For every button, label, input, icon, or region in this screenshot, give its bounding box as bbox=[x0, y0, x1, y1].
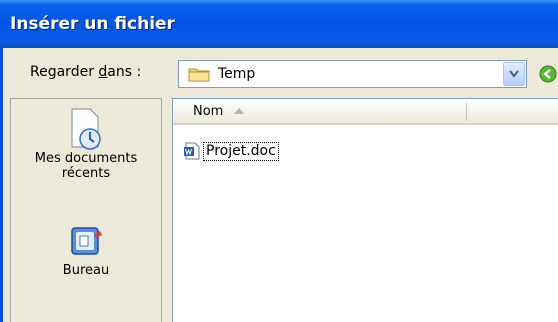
file-item[interactable]: Projet.doc bbox=[183, 141, 279, 161]
look-in-label-suffix: ans : bbox=[107, 64, 142, 80]
file-name: Projet.doc bbox=[203, 141, 279, 161]
place-label: Bureau bbox=[62, 263, 110, 278]
sort-ascending-icon bbox=[234, 108, 245, 114]
dropdown-button[interactable] bbox=[503, 62, 525, 86]
file-list[interactable]: Nom Projet.doc bbox=[172, 98, 558, 322]
back-arrow-icon bbox=[539, 65, 557, 83]
word-document-icon bbox=[184, 142, 200, 160]
column-header-name[interactable]: Nom bbox=[173, 99, 467, 125]
look-in-label-accel: d bbox=[98, 64, 108, 80]
look-in-label: Regarder dans : bbox=[30, 64, 141, 80]
look-in-value: Temp bbox=[218, 66, 256, 82]
recent-documents-icon bbox=[71, 108, 101, 150]
column-name-label: Nom bbox=[193, 103, 224, 119]
look-in-dropdown[interactable]: Temp bbox=[178, 60, 527, 88]
desktop-icon bbox=[71, 227, 102, 255]
look-in-label-prefix: Regarder bbox=[30, 64, 99, 80]
places-bar: Mes documents récents Bureau bbox=[10, 98, 162, 322]
title-bar[interactable]: Insérer un fichier bbox=[0, 0, 558, 48]
place-desktop[interactable]: Bureau bbox=[11, 225, 161, 278]
place-label: Mes documents bbox=[34, 151, 138, 166]
chevron-down-icon bbox=[509, 70, 519, 78]
window-title: Insérer un fichier bbox=[10, 14, 175, 34]
folder-icon bbox=[188, 68, 210, 82]
column-header-empty[interactable] bbox=[467, 99, 558, 125]
place-recent-documents[interactable]: Mes documents récents bbox=[11, 107, 161, 181]
place-label: récents bbox=[61, 166, 111, 181]
back-button[interactable] bbox=[538, 64, 558, 84]
